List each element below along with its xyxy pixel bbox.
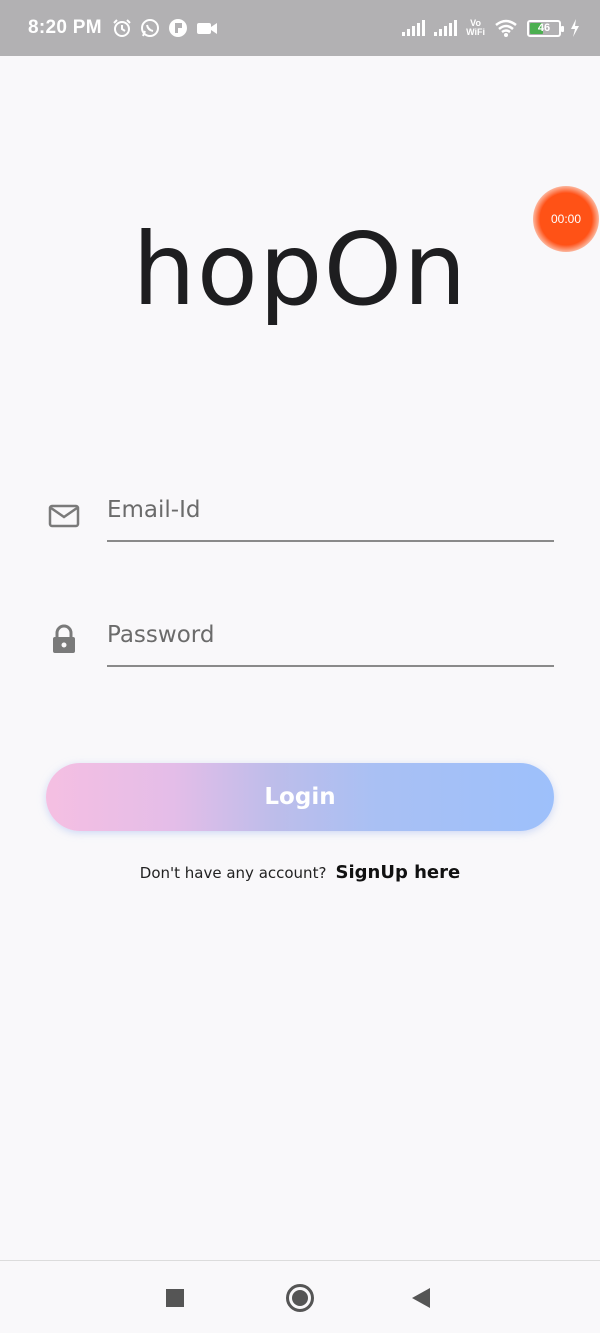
system-nav-bar <box>0 1260 600 1333</box>
app-notification-icon <box>168 19 187 37</box>
status-bar: 8:20 PM Vo WiFi 46 <box>0 0 600 56</box>
signup-link[interactable]: SignUp here <box>336 862 461 883</box>
wifi-icon <box>495 19 517 37</box>
signup-row: Don't have any account? SignUp here <box>0 862 600 883</box>
back-button[interactable] <box>412 1288 430 1308</box>
home-icon <box>292 1290 308 1306</box>
email-icon <box>48 504 80 528</box>
recents-button[interactable] <box>166 1289 184 1307</box>
signup-prompt: Don't have any account? <box>139 864 327 882</box>
lock-icon <box>53 624 75 653</box>
signal-icon <box>434 20 458 36</box>
charging-icon <box>571 19 579 37</box>
alarm-icon <box>113 19 131 37</box>
email-input[interactable] <box>107 492 554 542</box>
whatsapp-icon <box>140 19 159 37</box>
app-logo: hopOn <box>132 211 468 328</box>
battery-level: 46 <box>537 22 551 34</box>
status-notification-icons <box>112 18 218 38</box>
video-camera-icon <box>196 23 217 34</box>
signal-icon <box>402 20 426 36</box>
vowifi-icon: Vo WiFi <box>466 19 485 37</box>
login-button[interactable]: Login <box>46 763 554 831</box>
password-input[interactable] <box>107 617 554 667</box>
status-system-icons: Vo WiFi 46 <box>402 19 580 37</box>
password-field-row <box>0 615 600 695</box>
vowifi-bottom: WiFi <box>466 27 485 37</box>
home-button[interactable] <box>286 1284 314 1312</box>
status-time: 8:20 PM <box>28 17 102 38</box>
battery-icon: 46 <box>527 19 564 37</box>
email-field-row <box>0 490 600 570</box>
